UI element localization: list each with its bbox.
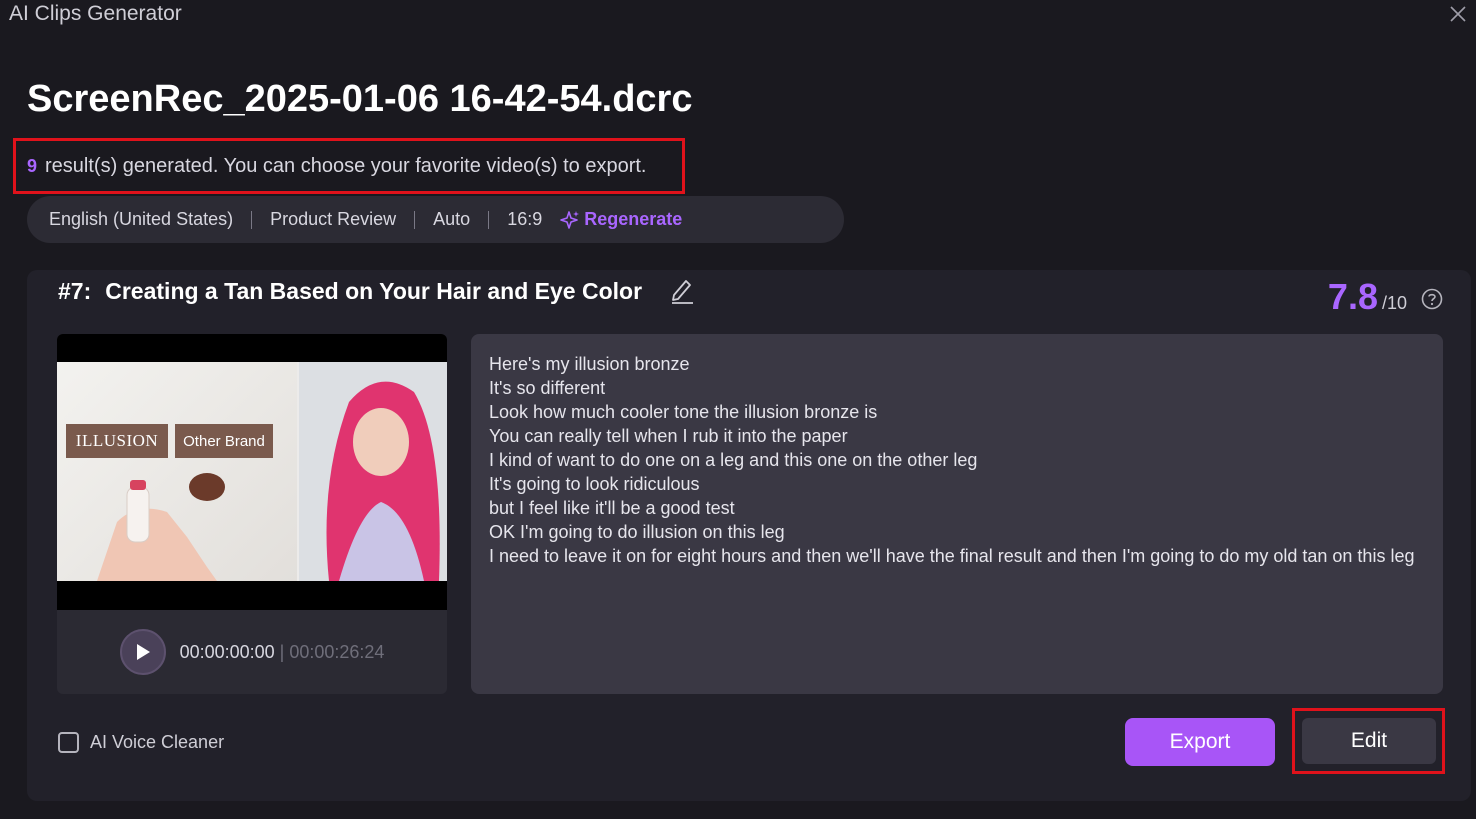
label-illusion: ILLUSION: [66, 424, 168, 458]
results-summary: 9 result(s) generated. You can choose yo…: [13, 138, 685, 194]
language-setting: English (United States): [49, 209, 234, 229]
play-icon: [136, 644, 150, 660]
results-text: result(s) generated. You can choose your…: [45, 154, 647, 177]
clip-card: #7: Creating a Tan Based on Your Hair an…: [27, 270, 1471, 801]
thumbnail-product-scene: ILLUSION Other Brand: [57, 362, 297, 581]
regenerate-label: Regenerate: [584, 209, 683, 229]
transcript-line: It's so different: [489, 378, 606, 398]
divider: [251, 210, 253, 229]
time-total: 00:00:26:24: [289, 641, 385, 662]
regenerate-button[interactable]: Regenerate: [560, 209, 682, 230]
length-setting: Auto: [433, 209, 471, 229]
close-icon[interactable]: [1448, 4, 1468, 24]
time-current: 00:00:00:00: [179, 641, 275, 662]
settings-bar: English (United States) Product Review A…: [27, 196, 844, 243]
clip-number: #7:: [58, 278, 92, 304]
transcript-panel: Here's my illusion bronze It's so differ…: [471, 334, 1443, 694]
score-value: 7.8: [1327, 276, 1378, 317]
transcript-line: I need to leave it on for eight hours an…: [489, 546, 1415, 566]
sparkle-icon: [560, 210, 580, 229]
divider: [414, 210, 416, 229]
player-controls: 00:00:00:00 | 00:00:26:24: [57, 610, 447, 694]
playback-time: 00:00:00:00 | 00:00:26:24: [180, 642, 385, 663]
results-count: 9: [27, 155, 38, 176]
export-button[interactable]: Export: [1125, 718, 1275, 766]
file-title: ScreenRec_2025-01-06 16-42-54.dcrc: [27, 78, 693, 120]
clip-title: #7: Creating a Tan Based on Your Hair an…: [58, 278, 642, 305]
transcript-line: You can really tell when I rub it into t…: [489, 426, 848, 446]
thumbnail-presenter: [299, 362, 447, 581]
voice-cleaner-option[interactable]: AI Voice Cleaner: [58, 732, 224, 753]
ratio-setting: 16:9: [507, 209, 543, 229]
time-separator: |: [274, 641, 290, 662]
play-button[interactable]: [119, 629, 166, 675]
video-area[interactable]: ILLUSION Other Brand: [57, 334, 447, 610]
transcript-line: but I feel like it'll be a good test: [489, 498, 735, 518]
edit-button[interactable]: Edit: [1302, 718, 1436, 764]
voice-cleaner-checkbox[interactable]: [58, 732, 79, 753]
hand-illustration: [97, 473, 225, 581]
voice-cleaner-label: AI Voice Cleaner: [90, 732, 225, 752]
ai-clips-window: AI Clips Generator ScreenRec_2025-01-06 …: [0, 0, 1476, 819]
edit-highlight: Edit: [1292, 708, 1445, 774]
divider: [488, 210, 490, 229]
transcript-line: It's going to look ridiculous: [489, 474, 700, 494]
score-max: /10: [1381, 293, 1407, 313]
transcript-line: Look how much cooler tone the illusion b…: [489, 402, 878, 422]
presenter-illustration: [299, 362, 447, 581]
help-icon[interactable]: [1421, 288, 1443, 310]
label-other-brand: Other Brand: [175, 424, 273, 458]
transcript-line: Here's my illusion bronze: [489, 354, 690, 374]
edit-title-pencil-icon[interactable]: [669, 276, 695, 304]
transcript-line: I kind of want to do one on a leg and th…: [489, 450, 978, 470]
window-title: AI Clips Generator: [9, 2, 182, 25]
video-player: ILLUSION Other Brand 00:00:00:00 | 00:00…: [57, 334, 447, 694]
transcript-line: OK I'm going to do illusion on this leg: [489, 522, 785, 542]
theme-setting: Product Review: [270, 209, 397, 229]
video-thumbnail: ILLUSION Other Brand: [57, 362, 447, 581]
clip-title-text: Creating a Tan Based on Your Hair and Ey…: [105, 278, 643, 304]
clip-score: 7.8 /10: [1328, 276, 1407, 318]
